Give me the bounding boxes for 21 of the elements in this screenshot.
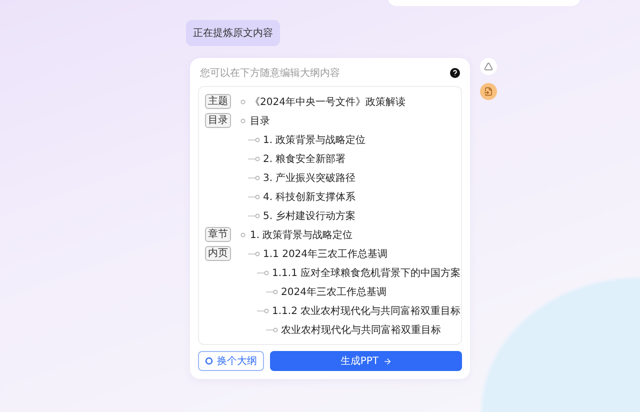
outline-tag: 章节: [205, 227, 231, 242]
outline-item[interactable]: 《2024年中央一号文件》政策解读: [250, 94, 406, 108]
outline-item[interactable]: 1. 政策背景与战略定位: [250, 228, 353, 242]
outline-item[interactable]: 1. 政策背景与战略定位: [263, 132, 366, 146]
outline-item[interactable]: 1.1.2 农业农村现代化与共同富裕双重目标: [272, 304, 461, 318]
outline-item[interactable]: 3. 产业振兴突破路径: [263, 170, 356, 184]
outline-hint: 您可以在下方随意编辑大纲内容: [200, 66, 340, 80]
outline-item[interactable]: 5. 乡村建设行动方案: [263, 208, 356, 222]
status-message: 正在提炼原文内容: [186, 20, 280, 46]
outline-item[interactable]: 1.1.1 应对全球粮食危机背景下的中国方案: [272, 266, 461, 280]
outline-item[interactable]: 2024年三农工作总基调: [281, 284, 386, 298]
outline-item[interactable]: 1.1 2024年三农工作总基调: [263, 246, 388, 260]
outline-item[interactable]: 4. 科技创新支撑体系: [263, 190, 356, 204]
outline-item[interactable]: 目录: [250, 114, 270, 128]
outline-item[interactable]: 农业农村现代化与共同富裕双重目标: [281, 322, 441, 336]
switch-outline-button[interactable]: 换个大纲: [198, 351, 264, 371]
outline-tag: 内页: [205, 246, 231, 261]
generate-button[interactable]: 生成PPT: [270, 351, 462, 371]
outline-tag: 主题: [205, 94, 231, 109]
outline-tag: 目录: [205, 113, 231, 128]
outline-item[interactable]: 2. 粮食安全新部署: [263, 152, 346, 166]
